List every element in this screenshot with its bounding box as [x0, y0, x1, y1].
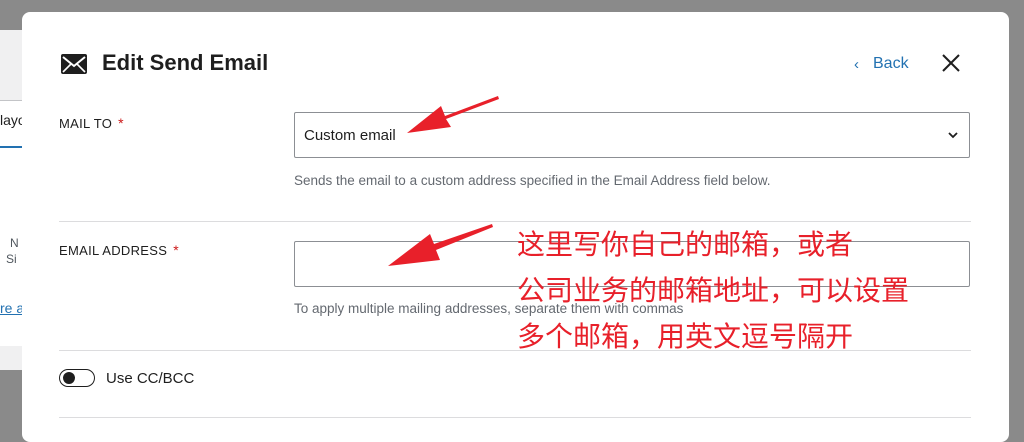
background-link[interactable]: re a	[0, 300, 24, 316]
toggle-knob	[63, 372, 75, 384]
background-tab-underline	[0, 146, 22, 148]
divider	[59, 417, 971, 418]
back-button[interactable]: ‹ Back	[854, 53, 909, 75]
envelope-icon	[61, 54, 87, 74]
email-address-help-text: To apply multiple mailing addresses, sep…	[294, 301, 684, 316]
back-button-label: Back	[873, 55, 909, 72]
modal-header: Edit Send Email ‹ Back	[22, 12, 1009, 112]
chevron-left-icon: ‹	[854, 55, 859, 73]
email-address-label: EMAIL ADDRESS *	[59, 242, 179, 258]
required-mark: *	[118, 115, 124, 131]
chevron-down-icon	[948, 132, 958, 139]
background-text: Si	[6, 252, 17, 266]
email-address-input[interactable]	[294, 241, 970, 287]
email-address-label-text: EMAIL ADDRESS	[59, 243, 168, 258]
close-icon[interactable]	[940, 52, 962, 74]
mail-to-select[interactable]: Custom email	[294, 112, 970, 158]
divider	[59, 350, 971, 351]
edit-send-email-modal: Edit Send Email ‹ Back MAIL TO * Custom e…	[22, 12, 1009, 442]
mail-to-label-text: MAIL TO	[59, 116, 113, 131]
background-text: N	[10, 236, 19, 250]
mail-to-help-text: Sends the email to a custom address spec…	[294, 173, 771, 188]
required-mark: *	[173, 242, 179, 258]
modal-title: Edit Send Email	[102, 50, 269, 75]
cc-bcc-toggle[interactable]	[59, 369, 95, 387]
divider	[59, 221, 971, 222]
cc-bcc-label: Use CC/BCC	[106, 370, 195, 387]
mail-to-label: MAIL TO *	[59, 115, 124, 131]
mail-to-selected-value: Custom email	[304, 126, 396, 144]
